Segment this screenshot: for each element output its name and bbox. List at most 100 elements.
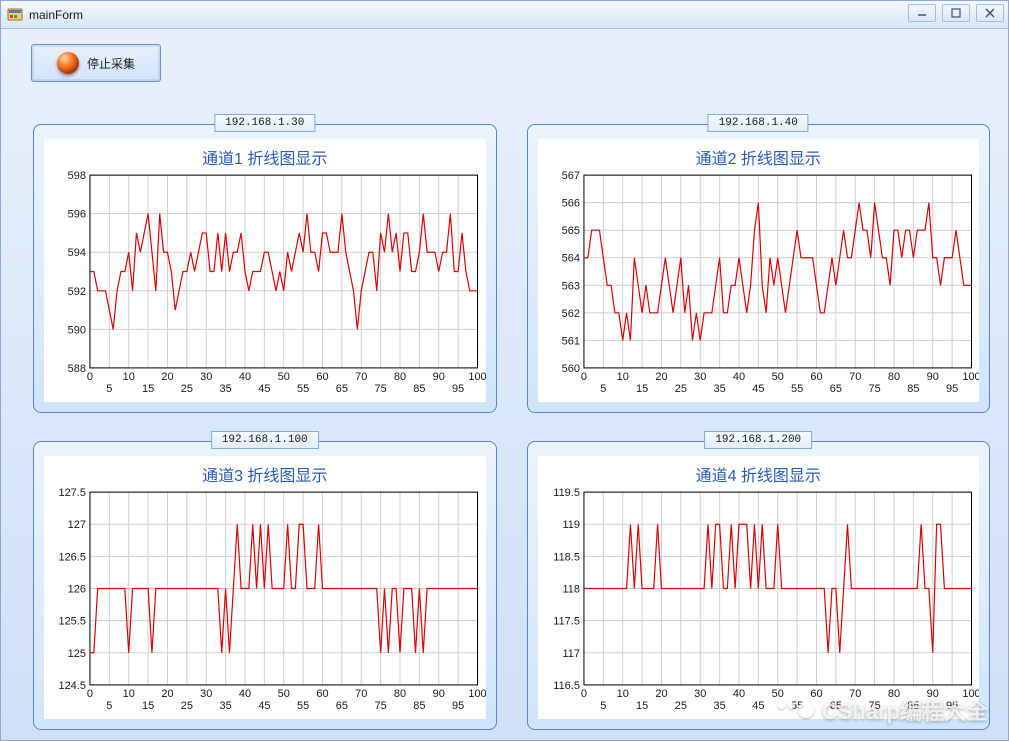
svg-text:35: 35: [713, 700, 725, 712]
svg-text:95: 95: [946, 700, 958, 712]
svg-text:10: 10: [616, 688, 628, 700]
maximize-button[interactable]: [942, 4, 970, 22]
svg-text:0: 0: [580, 371, 586, 383]
svg-text:127: 127: [68, 519, 86, 531]
svg-text:118: 118: [562, 584, 580, 596]
svg-text:65: 65: [829, 383, 841, 395]
svg-text:40: 40: [732, 371, 744, 383]
svg-text:20: 20: [161, 688, 173, 700]
panel-ip-label: 192.168.1.200: [704, 431, 812, 449]
svg-text:80: 80: [887, 371, 899, 383]
chart-plot: 5885905925945965980510152025303540455055…: [44, 171, 486, 402]
chart-title: 通道2 折线图显示: [538, 139, 980, 171]
client-area: 停止采集 192.168.1.30 通道1 折线图显示 588590592594…: [1, 29, 1008, 740]
panel-ch2: 192.168.1.40 通道2 折线图显示 56056156256356456…: [527, 124, 991, 413]
svg-text:25: 25: [181, 700, 193, 712]
panel-ch3: 192.168.1.100 通道3 折线图显示 124.5125125.5126…: [33, 441, 497, 730]
svg-text:30: 30: [694, 371, 706, 383]
svg-text:70: 70: [849, 371, 861, 383]
record-icon: [57, 52, 79, 74]
svg-text:60: 60: [316, 371, 328, 383]
app-icon: [7, 7, 23, 23]
svg-text:15: 15: [142, 700, 154, 712]
svg-text:15: 15: [142, 383, 154, 395]
svg-text:594: 594: [68, 247, 86, 259]
stop-capture-button[interactable]: 停止采集: [31, 44, 161, 82]
svg-text:65: 65: [829, 700, 841, 712]
svg-text:55: 55: [297, 383, 309, 395]
svg-text:90: 90: [433, 371, 445, 383]
svg-text:70: 70: [849, 688, 861, 700]
svg-text:35: 35: [219, 700, 231, 712]
svg-text:80: 80: [887, 688, 899, 700]
svg-text:561: 561: [561, 335, 579, 347]
svg-text:90: 90: [926, 371, 938, 383]
svg-text:90: 90: [926, 688, 938, 700]
svg-text:45: 45: [752, 383, 764, 395]
svg-text:60: 60: [810, 371, 822, 383]
panel-ip-label: 192.168.1.30: [214, 114, 315, 132]
svg-text:596: 596: [68, 209, 86, 221]
svg-text:65: 65: [336, 700, 348, 712]
svg-text:5: 5: [600, 383, 606, 395]
minimize-button[interactable]: [908, 4, 936, 22]
svg-text:20: 20: [655, 371, 667, 383]
svg-text:565: 565: [561, 225, 579, 237]
svg-text:0: 0: [87, 688, 93, 700]
chart-plot: 116.5117117.5118118.5119119.505101520253…: [538, 488, 980, 719]
svg-text:90: 90: [433, 688, 445, 700]
svg-text:95: 95: [452, 700, 464, 712]
svg-text:35: 35: [219, 383, 231, 395]
chart-ch1: 通道1 折线图显示 588590592594596598051015202530…: [44, 139, 486, 402]
chart-ch2: 通道2 折线图显示 560561562563564565566567051015…: [538, 139, 980, 402]
svg-text:15: 15: [635, 383, 647, 395]
svg-text:566: 566: [561, 198, 579, 210]
svg-text:45: 45: [752, 700, 764, 712]
svg-text:0: 0: [87, 371, 93, 383]
svg-text:55: 55: [297, 700, 309, 712]
stop-button-label: 停止采集: [87, 55, 135, 72]
chart-ch3: 通道3 折线图显示 124.5125125.5126126.5127127.50…: [44, 456, 486, 719]
svg-text:65: 65: [336, 383, 348, 395]
svg-text:20: 20: [161, 371, 173, 383]
svg-text:100: 100: [468, 688, 485, 700]
svg-text:45: 45: [258, 383, 270, 395]
svg-text:80: 80: [394, 688, 406, 700]
close-button[interactable]: [976, 4, 1004, 22]
svg-text:75: 75: [375, 700, 387, 712]
svg-text:0: 0: [580, 688, 586, 700]
svg-text:116.5: 116.5: [553, 680, 580, 692]
svg-text:50: 50: [278, 688, 290, 700]
svg-text:40: 40: [239, 688, 251, 700]
panel-ip-label: 192.168.1.100: [211, 431, 319, 449]
svg-text:30: 30: [200, 688, 212, 700]
svg-text:127.5: 127.5: [58, 488, 85, 499]
svg-text:20: 20: [655, 688, 667, 700]
svg-text:562: 562: [561, 308, 579, 320]
svg-text:95: 95: [452, 383, 464, 395]
svg-text:15: 15: [635, 700, 647, 712]
svg-text:85: 85: [907, 700, 919, 712]
svg-text:5: 5: [106, 700, 112, 712]
svg-text:563: 563: [561, 280, 579, 292]
svg-text:70: 70: [355, 371, 367, 383]
svg-text:125.5: 125.5: [58, 616, 85, 628]
svg-text:560: 560: [561, 363, 579, 375]
svg-text:30: 30: [694, 688, 706, 700]
svg-text:50: 50: [771, 688, 783, 700]
svg-text:35: 35: [713, 383, 725, 395]
chart-plot: 124.5125125.5126126.5127127.505101520253…: [44, 488, 486, 719]
svg-text:125: 125: [68, 648, 86, 660]
chart-grid: 192.168.1.30 通道1 折线图显示 58859059259459659…: [33, 124, 990, 730]
svg-text:45: 45: [258, 700, 270, 712]
svg-text:100: 100: [468, 371, 485, 383]
svg-text:85: 85: [413, 383, 425, 395]
svg-text:40: 40: [732, 688, 744, 700]
svg-text:117: 117: [562, 648, 580, 660]
svg-text:25: 25: [674, 383, 686, 395]
svg-text:60: 60: [316, 688, 328, 700]
svg-text:117.5: 117.5: [553, 616, 580, 628]
chart-title: 通道3 折线图显示: [44, 456, 486, 488]
svg-text:119: 119: [562, 519, 580, 531]
chart-ch4: 通道4 折线图显示 116.5117117.5118118.5119119.50…: [538, 456, 980, 719]
